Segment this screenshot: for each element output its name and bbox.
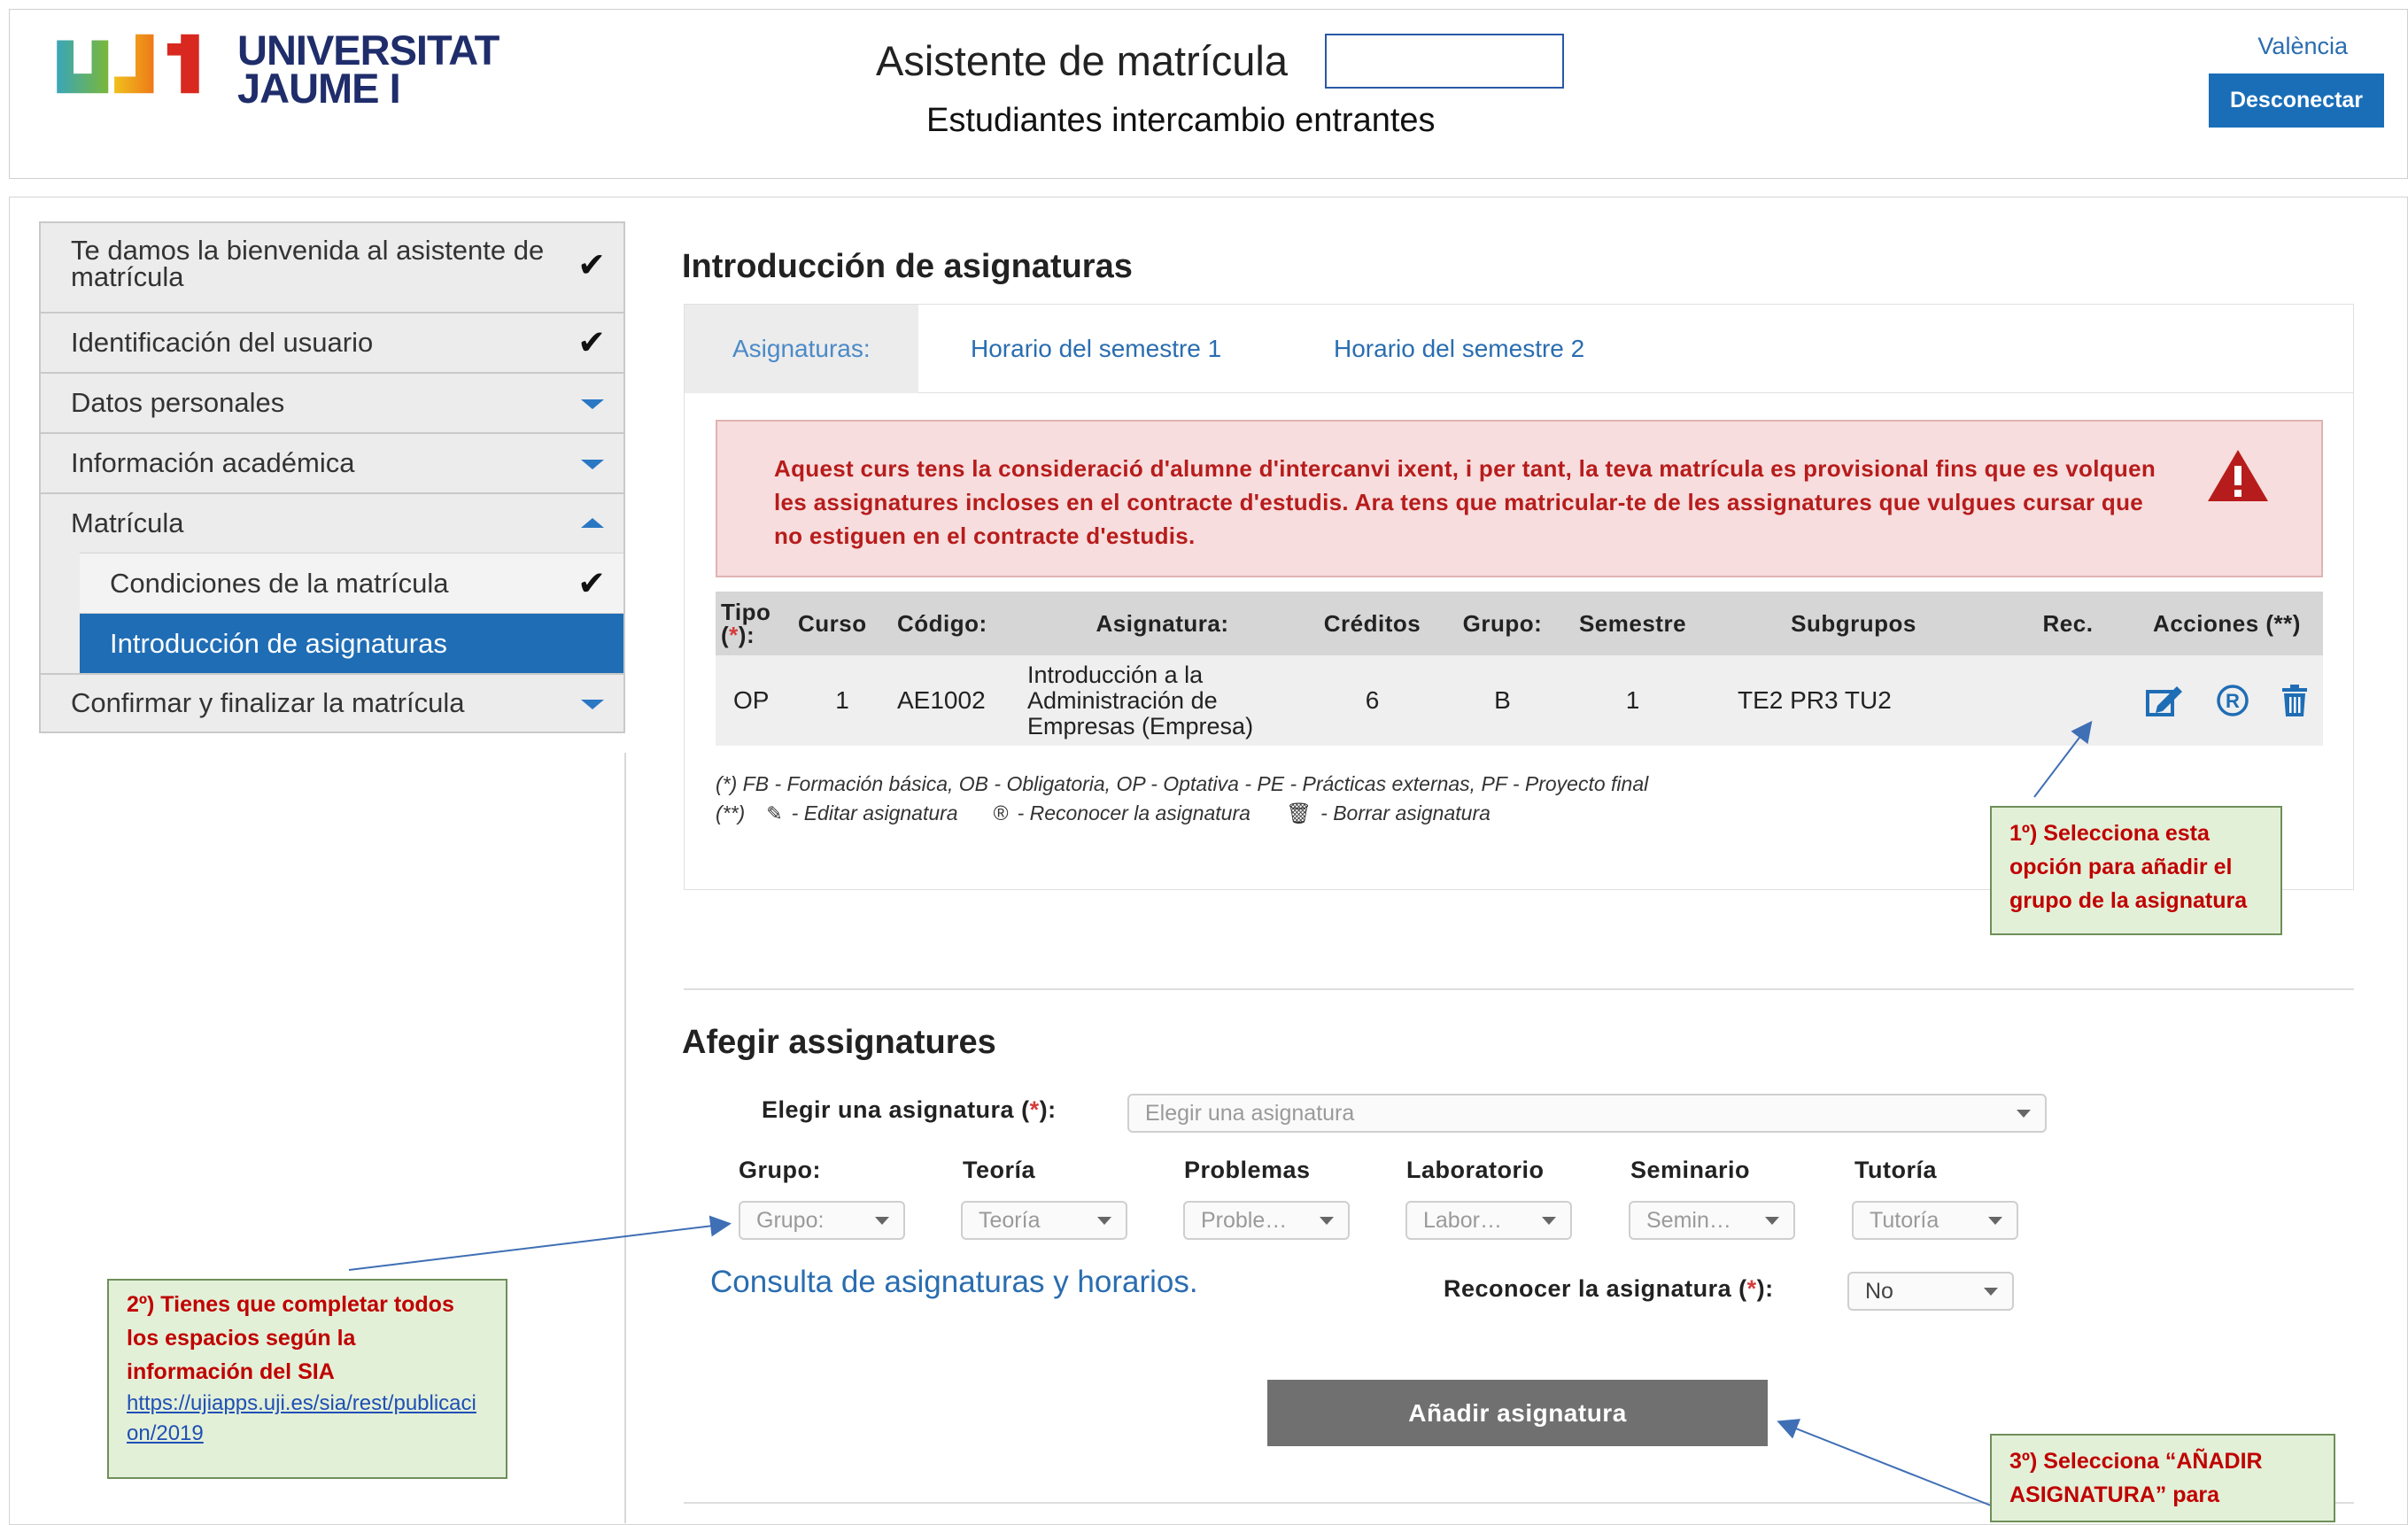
sia-link[interactable]: https://ujiapps.uji.es/sia/rest/publicac… xyxy=(127,1389,488,1449)
arrow-to-edit-icon xyxy=(2033,720,2093,798)
annotation-note-2-text: 2º) Tienes que completar todos los espac… xyxy=(127,1292,454,1384)
arrow-to-add-button xyxy=(1777,1419,1992,1506)
annotation-note-1: 1º) Selecciona esta opción para añadir e… xyxy=(1990,806,2282,935)
annotation-note-2: 2º) Tienes que completar todos los espac… xyxy=(107,1279,507,1479)
annotation-note-3: 3º) Selecciona “AÑADIR ASIGNATURA” para xyxy=(1990,1434,2335,1522)
arrow-to-group-select xyxy=(348,1215,732,1271)
